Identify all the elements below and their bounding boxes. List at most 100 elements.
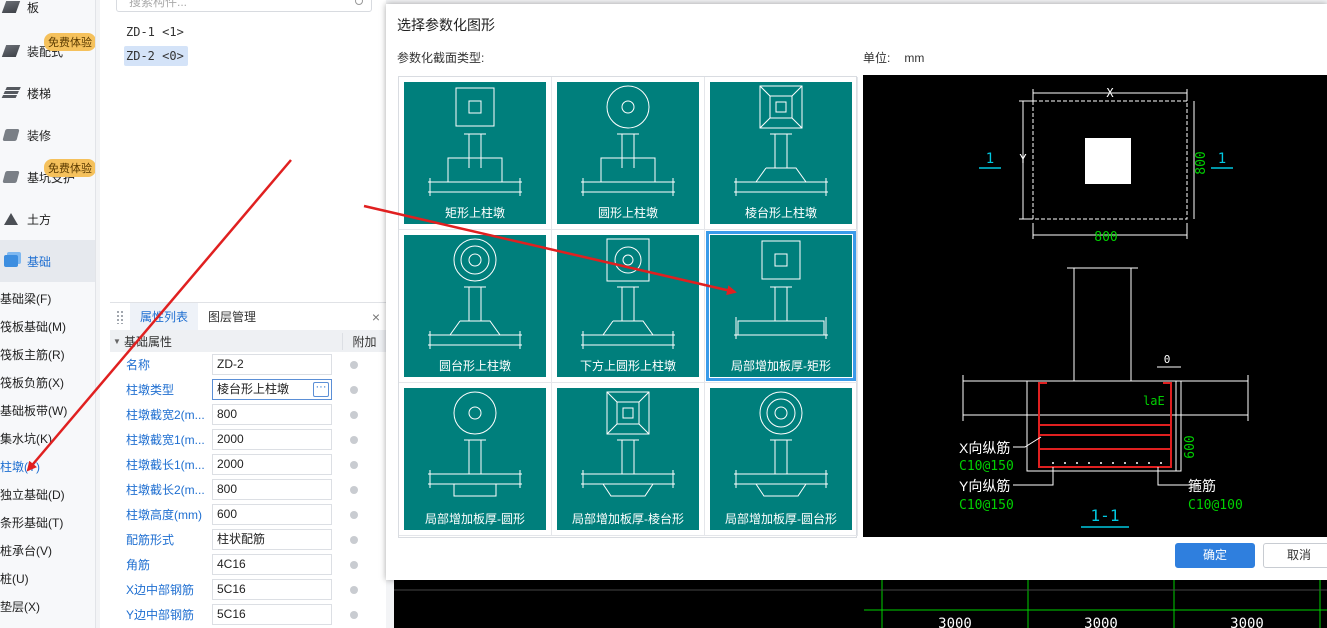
extra-checkbox[interactable] [332, 610, 376, 619]
search-input[interactable]: 搜索构件... [116, 0, 372, 12]
foundation-icon [4, 255, 18, 267]
tab-layers[interactable]: 图层管理 [198, 303, 266, 331]
cad-drawing: 3000 3000 3000 [394, 580, 1327, 628]
property-value: 4C16 [217, 557, 246, 571]
section-preview: X Y 800 800 1 1 0 laE 600 X向纵筋 C10@150 Y… [863, 75, 1327, 537]
nav-sub-item[interactable]: 筏板基础(M) [0, 313, 67, 341]
property-value-field[interactable]: 600 [212, 504, 332, 525]
cancel-button[interactable]: 取消 [1263, 543, 1327, 568]
shape-option[interactable]: 局部增加板厚-棱台形 [552, 383, 705, 536]
nav-item-1[interactable]: 装配式 免费体验 [0, 30, 95, 72]
extra-checkbox[interactable] [332, 460, 376, 469]
more-options-button[interactable]: ··· [313, 382, 329, 397]
property-group-header[interactable]: ▼ 基础属性 附加 [110, 330, 386, 352]
earthwork-icon [4, 213, 18, 225]
shape-label: 下方上圆形上柱墩 [579, 359, 676, 373]
nav-sub-item[interactable]: 集水坑(K) [0, 425, 67, 453]
nav-item-4[interactable]: 基坑支护 免费体验 [0, 156, 95, 198]
shape-tile[interactable]: 下方上圆形上柱墩 [557, 235, 699, 377]
shape-label: 局部增加板厚-圆形 [425, 512, 525, 526]
nav-sub-item[interactable]: 地沟(G) [0, 621, 67, 628]
shape-option[interactable]: 局部增加板厚-圆台形 [705, 383, 858, 536]
property-value-field[interactable]: 800 [212, 479, 332, 500]
shape-tile[interactable]: 局部增加板厚-圆台形 [710, 388, 852, 530]
property-value: 棱台形上柱墩 [217, 382, 290, 396]
extra-checkbox[interactable] [332, 510, 376, 519]
extra-checkbox[interactable] [332, 535, 376, 544]
shape-tile[interactable]: 矩形上柱墩 [404, 82, 546, 224]
nav-sub-item[interactable]: 桩承台(V) [0, 537, 67, 565]
property-group-title: 基础属性 [124, 334, 173, 349]
property-value: 600 [217, 507, 238, 521]
property-value-field[interactable]: ZD-2 [212, 354, 332, 375]
shape-tile[interactable]: 圆台形上柱墩 [404, 235, 546, 377]
nav-item-3[interactable]: 装修 [0, 114, 95, 156]
shape-label: 局部增加板厚-棱台形 [572, 512, 684, 526]
component-item-zd1[interactable]: ZD-1 <1> [124, 22, 188, 42]
collapse-caret-icon[interactable]: ▼ [110, 337, 124, 346]
plan-y-label: Y [1019, 152, 1027, 166]
shape-option[interactable]: 矩形上柱墩 [399, 77, 552, 230]
nav-sub-item[interactable]: 条形基础(T) [0, 509, 67, 537]
shape-option[interactable]: 局部增加板厚-圆形 [399, 383, 552, 536]
extra-checkbox[interactable] [332, 560, 376, 569]
property-value-field[interactable]: 4C16 [212, 554, 332, 575]
tab-properties[interactable]: 属性列表 [130, 302, 199, 331]
nav-item-6[interactable]: 基础 [0, 240, 95, 282]
shape-option[interactable]: 棱台形上柱墩 [705, 77, 858, 230]
property-value-field[interactable]: 柱状配筋 [212, 529, 332, 550]
extra-checkbox[interactable] [332, 485, 376, 494]
nav-sub-item[interactable]: 桩(U) [0, 565, 67, 593]
shape-tile[interactable]: 棱台形上柱墩 [710, 82, 852, 224]
shape-tile[interactable]: 局部增加板厚-棱台形 [557, 388, 699, 530]
shape-diagram-icon [428, 391, 522, 497]
close-icon[interactable]: × [372, 309, 380, 325]
nav-item-label: 土方 [27, 212, 52, 227]
property-value-field[interactable]: 2000 [212, 454, 332, 475]
extra-checkbox[interactable] [332, 410, 376, 419]
property-value-field[interactable]: 2000 [212, 429, 332, 450]
extra-column-header: 附加 [342, 332, 386, 350]
property-value-field[interactable]: 5C16 [212, 604, 332, 625]
shape-option[interactable]: 下方上圆形上柱墩 [552, 230, 705, 383]
nav-sub-item[interactable]: 垫层(X) [0, 593, 67, 621]
free-trial-badge[interactable]: 免费体验 [44, 33, 95, 51]
nav-item-2[interactable]: 楼梯 [0, 72, 95, 114]
shape-diagram-icon [581, 238, 675, 349]
extra-checkbox[interactable] [332, 585, 376, 594]
component-item-zd2[interactable]: ZD-2 <0> [124, 46, 188, 66]
component-panel: 搜索构件... ZD-1 <1> ZD-2 <0> 属性列表 图层管理 × ▼ … [100, 0, 386, 628]
drag-handle-icon[interactable] [116, 309, 124, 324]
y-bar-spec: C10@150 [959, 498, 1014, 513]
stair-icon [1, 87, 21, 99]
nav-sub-item[interactable]: 基础梁(F) [0, 285, 67, 313]
ok-button[interactable]: 确定 [1175, 543, 1255, 568]
property-value-field[interactable]: 棱台形上柱墩 ··· [212, 379, 332, 400]
shape-tile[interactable]: 局部增加板厚-矩形 [706, 231, 856, 381]
search-icon[interactable] [355, 0, 363, 5]
extra-checkbox[interactable] [332, 435, 376, 444]
extra-checkbox[interactable] [332, 360, 376, 369]
shape-option[interactable]: 圆台形上柱墩 [399, 230, 552, 383]
shape-option[interactable]: 局部增加板厚-矩形 [705, 230, 858, 383]
shape-tile[interactable]: 局部增加板厚-圆形 [404, 388, 546, 530]
nav-item-5[interactable]: 土方 [0, 198, 95, 240]
shape-option[interactable]: 圆形上柱墩 [552, 77, 705, 230]
nav-sub-item[interactable]: 基础板带(W) [0, 397, 67, 425]
nav-sub-item[interactable]: 筏板主筋(R) [0, 341, 67, 369]
property-value-field[interactable]: 5C16 [212, 579, 332, 600]
property-value-field[interactable]: 800 [212, 404, 332, 425]
plan-x-label: X [1106, 86, 1114, 100]
nav-item-0[interactable]: 板 [0, 0, 95, 28]
free-trial-badge[interactable]: 免费体验 [44, 159, 95, 177]
extra-checkbox[interactable] [332, 385, 376, 394]
nav-sub-item[interactable]: 独立基础(D) [0, 481, 67, 509]
shape-tile[interactable]: 圆形上柱墩 [557, 82, 699, 224]
cad-canvas[interactable]: 3000 3000 3000 [394, 580, 1327, 628]
shape-diagram-icon [428, 238, 522, 349]
foundation-sub-list: 基础梁(F) 筏板基础(M) 筏板主筋(R) 筏板负筋(X) 基础板带(W) 集水坑(K)… [0, 285, 67, 628]
parametric-shape-dialog: 选择参数化图形 参数化截面类型: 单位: mm 矩形上柱墩 圆形上柱墩 棱台形上柱墩圆… [386, 4, 1327, 580]
nav-sub-item[interactable]: 柱墩(Y) [0, 453, 67, 481]
nav-item-label: 板 [27, 0, 40, 15]
nav-sub-item[interactable]: 筏板负筋(X) [0, 369, 67, 397]
